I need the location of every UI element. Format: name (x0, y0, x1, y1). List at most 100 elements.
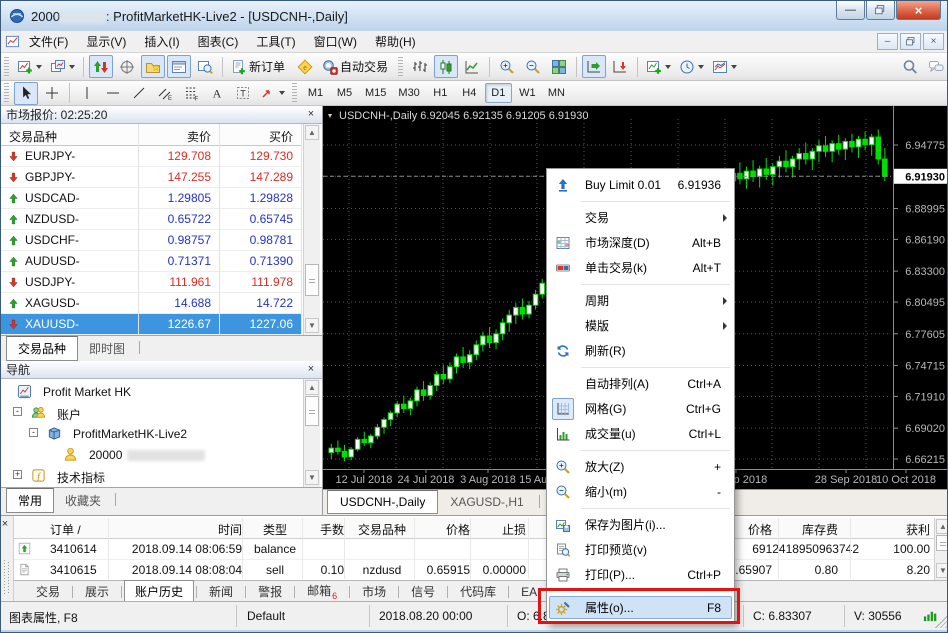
status-profile[interactable]: Default (247, 609, 285, 623)
trendline-button[interactable] (127, 82, 151, 105)
vertical-line-button[interactable] (75, 82, 99, 105)
menu-item-one-click-trading[interactable]: 单击交易(k)Alt+T (547, 255, 734, 280)
tree-item-profitmarkethk-live2[interactable]: -ProfitMarketHK-Live2 (1, 423, 301, 444)
toolbar-grip[interactable] (398, 57, 403, 77)
quote-row-usdjpy[interactable]: USDJPY-111.961111.978 (1, 272, 301, 293)
timeframe-m30-button[interactable]: M30 (393, 83, 424, 103)
column-header-ask[interactable]: 买价 (221, 128, 293, 145)
menu-item-zoom-out[interactable]: 缩小(m)- (547, 479, 734, 504)
titlebar[interactable]: 2000: ProfitMarketHK-Live2 - [USDCNH-,Da… (1, 1, 948, 31)
indicators-button[interactable] (643, 55, 674, 78)
terminal-scrollbar[interactable]: ▲ ▼ (934, 518, 948, 580)
tree-item-profit-market-hk[interactable]: Profit Market HK (1, 381, 301, 402)
history-column-header[interactable]: 时间 (114, 521, 242, 538)
terminal-close-icon[interactable]: × (0, 518, 12, 531)
timeframe-mn-button[interactable]: MN (543, 83, 570, 103)
history-column-header[interactable]: 订单 / (50, 521, 120, 538)
chevron-down-icon[interactable] (69, 65, 75, 69)
navigator-tab-收藏夹[interactable]: 收藏夹 (54, 489, 112, 512)
timeframe-m5-button[interactable]: M5 (331, 83, 358, 103)
zoom-out-button[interactable] (521, 55, 545, 78)
terminal-tab-交易[interactable]: 交易 (26, 581, 70, 602)
chart-tab-xagusd--h1[interactable]: XAGUSD-,H1 (438, 491, 535, 513)
menu-item-grid[interactable]: 网格(G)Ctrl+G (547, 396, 734, 421)
terminal-tab-市场[interactable]: 市场 (352, 581, 396, 602)
terminal-button[interactable] (167, 55, 191, 78)
navigator-scrollbar[interactable]: ▲▼ (303, 379, 320, 487)
terminal-tab-代码库[interactable]: 代码库 (450, 581, 506, 602)
timeframe-h4-button[interactable]: H4 (456, 83, 483, 103)
mdi-minimize-button[interactable]: – (877, 33, 898, 50)
menubar-item[interactable]: 文件(F) (20, 31, 77, 52)
terminal-tab-邮箱[interactable]: 邮箱6 (297, 580, 347, 602)
terminal-tab-展示[interactable]: 展示 (75, 581, 119, 602)
quote-row-xauusd[interactable]: XAUUSD-1226.671227.06 (1, 314, 301, 335)
menu-item-template[interactable]: 模版 (547, 313, 734, 338)
periods-button[interactable] (676, 55, 707, 78)
profiles-button[interactable] (47, 55, 78, 78)
menu-item-depth-of-market[interactable]: 市场深度(D)Alt+B (547, 230, 734, 255)
templates-button[interactable] (709, 55, 740, 78)
mdi-close-button[interactable]: × (923, 33, 944, 50)
market-watch-scrollbar[interactable]: ▲▼ (303, 124, 320, 335)
market-watch-close-icon[interactable]: × (304, 108, 318, 121)
quote-row-nzdusd[interactable]: NZDUSD-0.657220.65745 (1, 209, 301, 230)
menu-item-volumes[interactable]: 成交量(u)Ctrl+L (547, 421, 734, 446)
menubar-item[interactable]: 图表(C) (189, 31, 248, 52)
candlestick-button[interactable] (434, 55, 458, 78)
menu-item-trade[interactable]: 交易 (547, 205, 734, 230)
navigator-button[interactable] (141, 55, 165, 78)
timeframe-m15-button[interactable]: M15 (360, 83, 391, 103)
scrollbar-thumb[interactable] (305, 396, 319, 426)
cursor-button[interactable] (14, 82, 38, 105)
search-button[interactable] (898, 55, 922, 78)
timeframe-w1-button[interactable]: W1 (514, 83, 541, 103)
menubar-item[interactable]: 插入(I) (135, 31, 188, 52)
menu-item-zoom-in[interactable]: 放大(Z)+ (547, 454, 734, 479)
menubar-item[interactable]: 工具(T) (247, 31, 304, 52)
mdi-restore-button[interactable] (900, 33, 921, 50)
new-order-button[interactable]: 新订单 (228, 55, 291, 78)
history-column-header[interactable]: 止损 (476, 521, 526, 538)
terminal-grip[interactable]: × (1, 516, 14, 602)
tree-item-技术指标[interactable]: +f技术指标 (1, 465, 301, 486)
history-column-header[interactable]: 库存费 (780, 521, 838, 538)
scroll-down-icon[interactable]: ▼ (305, 318, 319, 333)
restore-button[interactable] (866, 1, 895, 20)
autotrading-button[interactable]: 自动交易 (319, 55, 394, 78)
quote-row-eurjpy[interactable]: EURJPY-129.708129.730 (1, 146, 301, 167)
expand-icon[interactable]: + (13, 470, 22, 479)
market-watch-tab-即时图[interactable]: 即时图 (78, 337, 136, 360)
toolbar-grip[interactable] (292, 83, 297, 103)
chevron-down-icon[interactable] (731, 65, 737, 69)
collapse-icon[interactable]: - (13, 407, 22, 416)
chat-button[interactable] (924, 55, 948, 78)
menu-item-buy-limit[interactable]: Buy Limit 0.016.91936 (547, 172, 734, 197)
history-column-header[interactable]: 手数 (308, 521, 344, 538)
collapse-icon[interactable]: - (29, 428, 38, 437)
chevron-down-icon[interactable] (279, 91, 285, 95)
chevron-down-icon[interactable] (36, 65, 42, 69)
text-label-button[interactable]: T (231, 82, 255, 105)
quote-row-audusd[interactable]: AUDUSD-0.713710.71390 (1, 251, 301, 272)
tile-windows-button[interactable] (547, 55, 571, 78)
column-header-bid[interactable]: 卖价 (139, 128, 211, 145)
scroll-up-icon[interactable]: ▲ (305, 125, 319, 140)
history-row-3410614[interactable]: 34106142018.09.14 08:06:59balance100.006… (14, 539, 934, 560)
toolbar-grip[interactable] (4, 57, 9, 77)
terminal-tab-账户历史[interactable]: 账户历史 (124, 580, 194, 603)
history-column-header[interactable]: 获利 (854, 521, 930, 538)
timeframe-h1-button[interactable]: H1 (427, 83, 454, 103)
terminal-tab-警报[interactable]: 警报 (248, 581, 292, 602)
menubar-item[interactable]: 显示(V) (77, 31, 135, 52)
menu-item-print[interactable]: 打印(P)...Ctrl+P (547, 562, 734, 587)
market-watch-tab-交易品种[interactable]: 交易品种 (6, 336, 78, 361)
quote-row-gbpjpy[interactable]: GBPJPY-147.255147.289 (1, 167, 301, 188)
market-watch-button[interactable] (89, 55, 113, 78)
quote-row-xagusd[interactable]: XAGUSD-14.68814.722 (1, 293, 301, 314)
quote-row-usdcad[interactable]: USDCAD-1.298051.29828 (1, 188, 301, 209)
menu-item-auto-arrange[interactable]: 自动排列(A)Ctrl+A (547, 371, 734, 396)
menu-item-refresh[interactable]: 刷新(R) (547, 338, 734, 363)
menu-item-save-as-picture[interactable]: 保存为图片(i)... (547, 512, 734, 537)
scrollbar-thumb[interactable] (305, 264, 319, 296)
